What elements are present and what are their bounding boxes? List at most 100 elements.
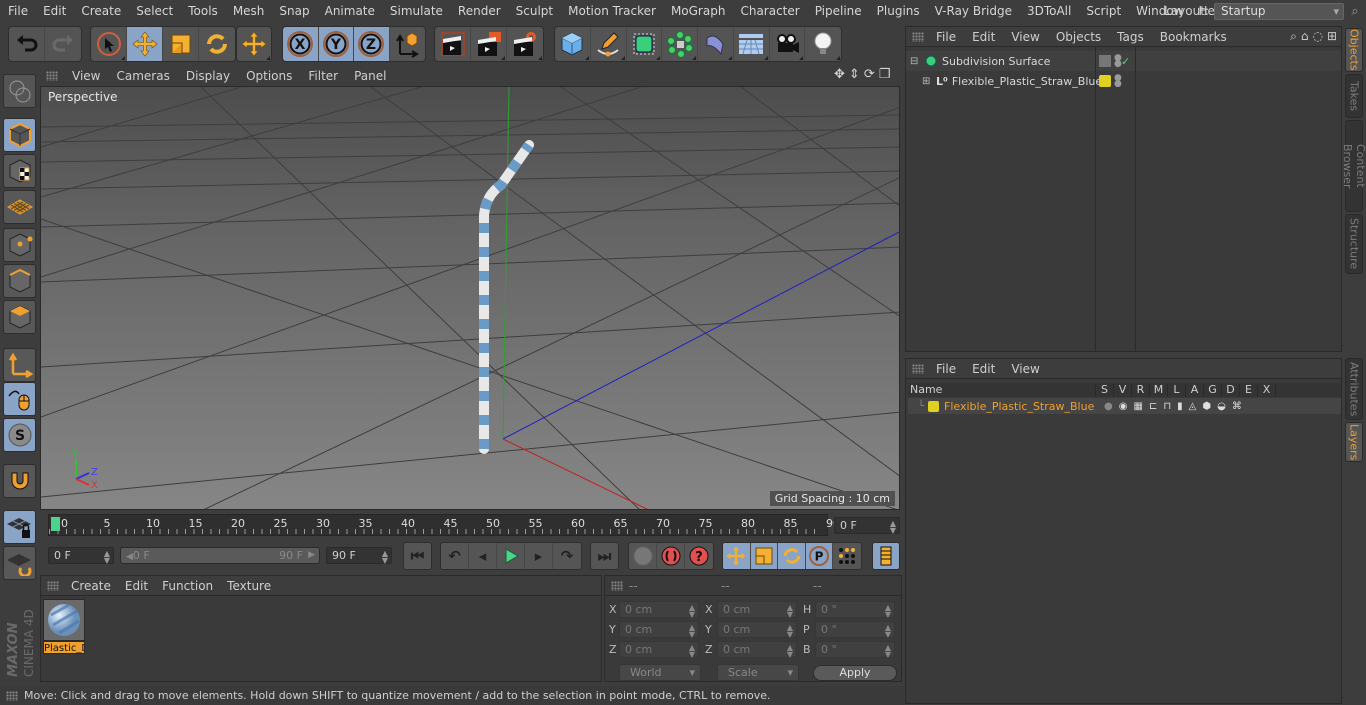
render-flag-icon[interactable]: ▦: [1134, 401, 1143, 412]
undo-button[interactable]: [9, 27, 45, 61]
panel-grip-icon[interactable]: [912, 363, 924, 374]
menu-simulate[interactable]: Simulate: [382, 4, 450, 18]
snap-button[interactable]: [3, 464, 36, 498]
layer-row[interactable]: └ Flexible_Plastic_Straw_Blue ● ◉ ▦ ⊏ ⊓ …: [908, 398, 1341, 414]
material-menu-edit[interactable]: Edit: [119, 579, 156, 593]
key-lock-button[interactable]: [629, 543, 657, 569]
tab-content-browser[interactable]: Content Browser: [1341, 120, 1366, 212]
record-button[interactable]: [657, 543, 685, 569]
animation-flag-icon[interactable]: ▮: [1177, 401, 1183, 412]
viewport-menu-options[interactable]: Options: [238, 69, 300, 83]
pen-spline-button[interactable]: [591, 27, 627, 61]
xrefs-flag-icon[interactable]: ⌘: [1232, 401, 1242, 412]
menu-tools[interactable]: Tools: [180, 4, 225, 18]
layer-menu-edit[interactable]: Edit: [966, 362, 1001, 376]
object-row-straw[interactable]: ⊞ L⁰ Flexible_Plastic_Straw_Blue ● ●: [906, 71, 1341, 91]
lock-flag-icon[interactable]: ⊓: [1163, 401, 1171, 412]
start-frame-field[interactable]: 0 F ▲ ▼: [48, 547, 114, 565]
menu-vray-bridge[interactable]: V-Ray Bridge: [927, 4, 1019, 18]
col-expressions[interactable]: E: [1240, 383, 1258, 397]
live-selection-button[interactable]: [91, 27, 127, 61]
col-manager[interactable]: M: [1150, 383, 1168, 397]
viewport-menu-filter[interactable]: Filter: [300, 69, 346, 83]
3d-viewport[interactable]: Y Z X Perspective Grid Spacing : 10 cm: [40, 86, 900, 510]
position-z-field[interactable]: 0 cm ▲ ▼: [619, 641, 699, 659]
view-flag-icon[interactable]: ◉: [1119, 401, 1128, 412]
expand-icon[interactable]: ⊞: [922, 76, 932, 87]
layer-color-icon[interactable]: [1099, 75, 1111, 87]
render-view-button[interactable]: [435, 27, 471, 61]
menu-snap[interactable]: Snap: [271, 4, 316, 18]
viewport-menu-cameras[interactable]: Cameras: [108, 69, 177, 83]
viewport-menu-panel[interactable]: Panel: [346, 69, 394, 83]
tweak-mode-button[interactable]: [3, 382, 36, 416]
panel-grip-icon[interactable]: [6, 690, 18, 701]
layout-dropdown[interactable]: Startup: [1214, 2, 1344, 20]
key-scale-button[interactable]: [750, 543, 779, 569]
bend-deformer-button[interactable]: [698, 27, 734, 61]
home-icon[interactable]: ⌂: [1301, 29, 1309, 44]
dolly-view-icon[interactable]: ⇕: [849, 67, 860, 82]
menu-plugins[interactable]: Plugins: [869, 4, 927, 18]
next-key-button[interactable]: ↷: [553, 543, 581, 569]
tab-attributes[interactable]: Attributes: [1345, 358, 1363, 420]
render-picture-viewer-button[interactable]: [471, 27, 507, 61]
material-menu-texture[interactable]: Texture: [221, 579, 279, 593]
timeline-ruler[interactable]: 0 5 10 15 20 25 30 35 40 45 50 55 60 65 70 75 80 85 90 0 F…: [40, 512, 902, 538]
current-frame-field[interactable]: 0 F ▲ ▼: [834, 517, 900, 535]
redo-button[interactable]: [45, 27, 81, 61]
tab-objects[interactable]: Objects: [1345, 28, 1363, 72]
tab-structure[interactable]: Structure: [1345, 214, 1363, 274]
collapse-icon[interactable]: ⊟: [910, 56, 920, 67]
size-x-field[interactable]: 0 cm ▲ ▼: [717, 601, 797, 619]
menu-mesh[interactable]: Mesh: [225, 4, 272, 18]
viewport-menu-view[interactable]: View: [64, 69, 108, 83]
goto-end-button[interactable]: ⏭: [591, 543, 618, 569]
edges-mode-button[interactable]: [3, 264, 36, 298]
floor-button[interactable]: [734, 27, 770, 61]
end-frame-field[interactable]: 90 F ▲ ▼: [326, 547, 392, 565]
light-button[interactable]: [805, 27, 841, 61]
col-xrefs[interactable]: X: [1258, 383, 1276, 397]
editor-visibility-icon[interactable]: [1099, 55, 1111, 67]
layer-color-swatch[interactable]: [928, 400, 940, 412]
size-y-field[interactable]: 0 cm ▲ ▼: [717, 621, 797, 639]
camera-label[interactable]: Perspective: [45, 90, 121, 104]
object-row-subdivision-surface[interactable]: ⊟ Subdivision Surface ● ● ✓: [906, 51, 1341, 71]
material-menu-create[interactable]: Create: [65, 579, 119, 593]
menu-animate[interactable]: Animate: [317, 4, 382, 18]
locked-workplane-button[interactable]: [3, 510, 36, 544]
col-render[interactable]: R: [1132, 383, 1150, 397]
panel-grip-icon[interactable]: [46, 71, 58, 81]
position-y-field[interactable]: 0 cm ▲ ▼: [619, 621, 699, 639]
panel-grip-icon[interactable]: [47, 580, 59, 591]
menu-edit[interactable]: Edit: [35, 4, 73, 18]
cube-button[interactable]: [555, 27, 591, 61]
key-rotation-button[interactable]: [778, 543, 806, 569]
polygons-mode-button[interactable]: [3, 300, 36, 334]
col-animation[interactable]: A: [1186, 383, 1204, 397]
apply-button[interactable]: Apply: [813, 665, 897, 681]
menu-pipeline[interactable]: Pipeline: [807, 4, 869, 18]
subdivision-surface-button[interactable]: [627, 27, 663, 61]
position-x-field[interactable]: 0 cm ▲ ▼: [619, 601, 699, 619]
layer-menu-view[interactable]: View: [1005, 362, 1045, 376]
visibility-dots-icon[interactable]: ● ●: [1114, 74, 1122, 89]
y-axis-button[interactable]: Y: [318, 27, 354, 61]
solo-mode-button[interactable]: S: [3, 418, 36, 452]
timeline-window-button[interactable]: [873, 543, 899, 569]
col-deformers[interactable]: D: [1222, 383, 1240, 397]
menu-motion-tracker[interactable]: Motion Tracker: [560, 4, 663, 18]
col-solo[interactable]: S: [1096, 383, 1114, 397]
planar-workplane-button[interactable]: [3, 546, 36, 580]
deformers-flag-icon[interactable]: ⬢: [1202, 401, 1211, 412]
rotation-p-field[interactable]: 0 ° ▲ ▼: [815, 621, 895, 639]
viewport-menu-display[interactable]: Display: [178, 69, 238, 83]
prev-key-button[interactable]: ↶: [441, 543, 469, 569]
menu-render[interactable]: Render: [450, 4, 508, 18]
col-view[interactable]: V: [1114, 383, 1132, 397]
layer-menu-file[interactable]: File: [930, 362, 962, 376]
menu-mograph[interactable]: MoGraph: [663, 4, 733, 18]
material-swatch[interactable]: Plastic_D: [43, 599, 85, 657]
eye-icon[interactable]: ◌: [1312, 29, 1322, 44]
